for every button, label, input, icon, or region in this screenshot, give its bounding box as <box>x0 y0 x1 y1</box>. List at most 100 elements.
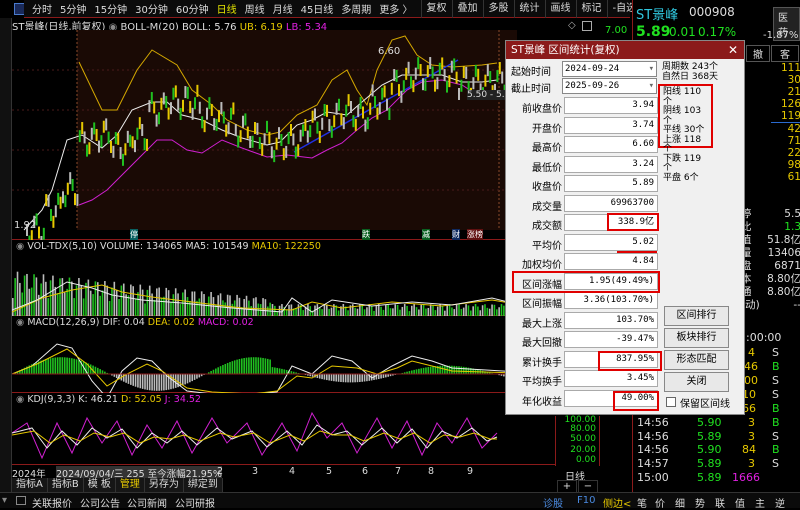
tab-30min[interactable]: 30分钟 <box>135 1 168 16</box>
bar <box>139 374 141 388</box>
collapse-icon[interactable]: ▾ <box>2 495 7 506</box>
bar <box>239 298 241 316</box>
draw-line-button[interactable]: 画线 <box>545 0 576 18</box>
tab-45day[interactable]: 45日线 <box>301 1 334 16</box>
bar <box>418 369 420 374</box>
bar <box>92 294 94 316</box>
bar <box>62 278 64 316</box>
f10-link[interactable]: F10 <box>577 495 595 506</box>
stat-value: 3.24 <box>564 156 658 173</box>
tab-fenshi[interactable]: 分时 <box>32 1 52 16</box>
bar <box>371 306 373 316</box>
interval-ranking-button[interactable]: 区间排行 <box>664 306 729 326</box>
dialog-title-bar[interactable]: ST景峰 区间统计(复权)✕ <box>506 41 744 59</box>
bar <box>423 304 425 316</box>
bar <box>340 374 342 382</box>
end-date-select[interactable]: 2025-09-26▾ <box>562 78 657 94</box>
close-icon[interactable]: ✕ <box>728 41 738 59</box>
bar <box>97 282 99 316</box>
bar <box>154 374 156 391</box>
sector-ranking-button[interactable]: 板块排行 <box>664 328 729 348</box>
tab-monthly[interactable]: 月线 <box>273 1 293 16</box>
panel-icon[interactable] <box>16 496 26 505</box>
bar <box>428 367 430 374</box>
bar <box>321 309 323 316</box>
bar <box>45 359 47 374</box>
left-scroll-column[interactable] <box>0 18 12 492</box>
tick-row: 14:575.893S <box>637 457 797 471</box>
pattern-match-button[interactable]: 形态匹配 <box>664 350 729 370</box>
tab-bind-to[interactable]: 绑定到 <box>184 478 223 492</box>
bar <box>213 370 215 374</box>
bar <box>359 374 361 382</box>
event-markers: 停 跌 减 财 涨榜 <box>12 229 555 239</box>
statistics-button[interactable]: 统计 <box>514 0 545 18</box>
bar <box>456 366 458 374</box>
tab-template[interactable]: 模 板 <box>84 478 116 492</box>
mark-button[interactable]: 标记 <box>576 0 607 18</box>
bar <box>224 302 226 316</box>
tab-save-as[interactable]: 另存为 <box>145 478 184 492</box>
price-chart[interactable]: 6.60 1.92 5.50 - 5. <box>12 30 555 240</box>
panel-toggle-icon[interactable] <box>582 21 592 31</box>
settings-diamond-icon[interactable]: ◇ <box>568 20 576 31</box>
tab-15min[interactable]: 15分钟 <box>94 1 127 16</box>
tab-indicator-a[interactable]: 指标A <box>12 478 48 492</box>
bar <box>420 305 422 316</box>
marker-finance[interactable]: 财 <box>452 229 460 240</box>
bar <box>442 366 444 374</box>
bar <box>458 366 460 374</box>
bar <box>411 306 413 316</box>
tab-daily[interactable]: 日线 <box>217 1 237 16</box>
bar <box>411 370 413 374</box>
bar <box>324 305 326 316</box>
marker-reduce[interactable]: 减 <box>422 229 430 240</box>
bar <box>324 374 326 380</box>
tab-manage[interactable]: 管理 <box>116 478 145 492</box>
restore-rights-button[interactable]: 复权 <box>421 0 452 18</box>
month-label: 9 <box>467 466 473 477</box>
tab-5min[interactable]: 5分钟 <box>60 1 86 16</box>
bar <box>64 357 66 374</box>
bar <box>243 358 245 374</box>
bar <box>59 357 61 374</box>
bar <box>364 374 366 382</box>
bar <box>253 298 255 316</box>
bar <box>449 304 451 316</box>
macd-panel[interactable]: ◉ MACD(12,26,9) DIF: 0.04 DEA: 0.02 MACD… <box>12 316 555 393</box>
tab-60min[interactable]: 60分钟 <box>176 1 209 16</box>
bar <box>182 292 184 316</box>
chevron-down-icon: ▾ <box>649 64 654 74</box>
tab-more[interactable]: 更多 〉 <box>379 1 412 16</box>
bar <box>420 368 422 374</box>
bar <box>354 308 356 316</box>
tab-a[interactable]: 撤 <box>746 45 770 62</box>
bar <box>154 300 156 316</box>
bar <box>106 286 108 316</box>
bar <box>425 367 427 374</box>
stat-value: 4.84 <box>564 253 658 270</box>
close-button[interactable]: 关闭 <box>664 372 729 392</box>
bar <box>163 374 165 390</box>
indicator-tabs: 指标A 指标B 模 板 管理 另存为 绑定到 <box>12 478 223 492</box>
marker-drop[interactable]: 跌 <box>362 229 370 240</box>
volume-panel[interactable]: ◉ VOL-TDX(5,10) VOLUME: 134065 MA5: 1015… <box>12 240 555 316</box>
end-label: 截止时间 <box>511 80 551 95</box>
multi-stock-button[interactable]: 多股 <box>483 0 514 18</box>
stock-code: 000908 <box>689 5 735 19</box>
tab-multi-period[interactable]: 多周期 <box>341 1 371 16</box>
bar <box>222 365 224 374</box>
keep-line-checkbox[interactable] <box>666 397 676 407</box>
marker-halt[interactable]: 停 <box>130 229 138 240</box>
tab-weekly[interactable]: 周线 <box>245 1 265 16</box>
tab-indicator-b[interactable]: 指标B <box>48 478 84 492</box>
bar <box>215 369 217 374</box>
bar <box>416 307 418 316</box>
tab-b[interactable]: 客 <box>771 45 799 62</box>
kdj-panel[interactable]: ◉ KDJ(9,3,3) K: 46.21 D: 52.05 J: 34.52 <box>12 393 555 465</box>
start-date-select[interactable]: 2024-09-24▾ <box>562 61 657 77</box>
bar <box>246 296 248 316</box>
overlay-button[interactable]: 叠加 <box>452 0 483 18</box>
marker-top-gainers[interactable]: 涨榜 <box>467 229 483 240</box>
bar <box>116 290 118 316</box>
